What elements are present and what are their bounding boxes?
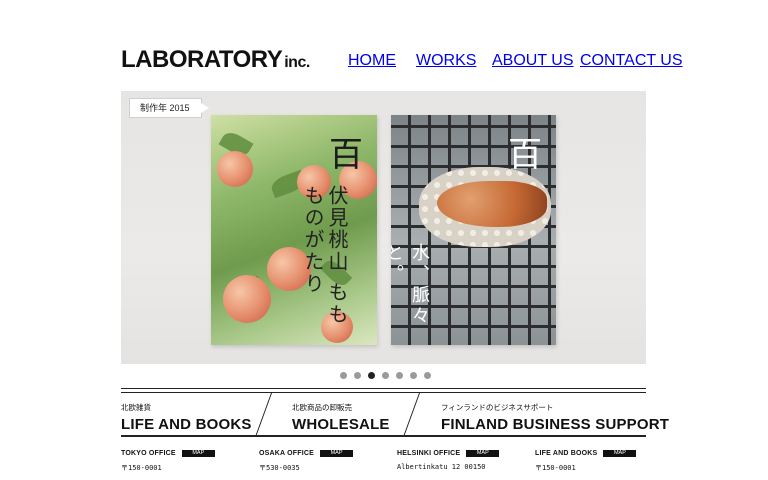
nav-works[interactable]: WORKS [416,52,476,70]
magazine-cover-water: 百 水、脈々と。 [391,115,556,345]
cover-title-kanji: 百 [329,135,363,175]
category-sub: 北欧商品の卸販売 [292,403,352,412]
category-wholesale[interactable]: 北欧商品の卸販売 WHOLESALE [292,402,390,433]
category-title: LIFE AND BOOKS [121,416,252,433]
category-sub: フィンランドのビジネスサポート [441,403,554,412]
office-name: TOKYO OFFICE [121,450,176,457]
separator-slash [403,393,420,435]
map-button[interactable]: MAP [320,450,354,457]
office-name: OSAKA OFFICE [259,450,315,457]
category-strip: 北欧雑貨 LIFE AND BOOKS 北欧商品の卸販売 WHOLESALE フ… [121,388,669,437]
nav-home[interactable]: HOME [348,52,396,70]
slider-pagination [340,372,431,379]
logo-suffix: inc. [284,54,310,71]
fish-mosaic-image [437,181,547,227]
slide-background [121,91,646,364]
separator-slash [255,393,272,435]
category-finland-business-support[interactable]: フィンランドのビジネスサポート FINLAND BUSINESS SUPPORT [441,402,669,433]
nav-contact-us[interactable]: CONTACT US [580,52,683,70]
year-tag: 制作年 2015 [129,98,209,118]
site-logo[interactable]: LABORATORY inc. [121,46,310,74]
map-button[interactable]: MAP [603,450,637,457]
office-name: LIFE AND BOOKS [535,450,598,457]
divider [121,388,646,389]
office-osaka: OSAKA OFFICE MAP 〒530-0035 [259,450,354,473]
divider [121,435,646,437]
slider-dot[interactable] [354,372,361,379]
hero-slider[interactable]: 百 伏見桃山 もも ものがたり 百 水、脈々と。 制作年 2015 [121,91,646,364]
slider-dot[interactable] [382,372,389,379]
office-address: 〒150-0001 [121,464,162,472]
office-helsinki: HELSINKI OFFICE MAP Albertinkatu 12 0015… [397,450,500,471]
office-name: HELSINKI OFFICE [397,450,461,457]
office-life-and-books: LIFE AND BOOKS MAP 〒150-0001 [535,450,637,473]
map-button[interactable]: MAP [466,450,500,457]
cover-vertical-title-2: 水、脈々と。 [391,243,430,327]
office-address: 〒530-0035 [259,464,300,472]
office-address: 〒150-0001 [535,464,576,472]
divider [121,392,646,393]
office-list: TOKYO OFFICE MAP 〒150-0001 OSAKA OFFICE … [121,450,681,480]
category-title: FINLAND BUSINESS SUPPORT [441,416,670,433]
magazine-cover-peach: 百 伏見桃山 もも ものがたり [211,115,377,345]
category-title: WHOLESALE [292,416,390,433]
category-sub: 北欧雑貨 [121,403,151,412]
map-button[interactable]: MAP [181,450,215,457]
cover-title-kanji-2: 百 [508,135,542,175]
slider-dot[interactable] [340,372,347,379]
slider-dot[interactable] [410,372,417,379]
cover-vertical-title: 伏見桃山 もも ものがたり [301,185,349,326]
category-life-and-books[interactable]: 北欧雑貨 LIFE AND BOOKS [121,402,252,433]
slider-dot[interactable] [424,372,431,379]
slider-dot[interactable] [396,372,403,379]
office-address: Albertinkatu 12 00150 [397,463,486,471]
logo-main: LABORATORY [121,46,283,73]
nav-about-us[interactable]: ABOUT US [492,52,574,70]
office-tokyo: TOKYO OFFICE MAP 〒150-0001 [121,450,215,473]
slider-dot-active[interactable] [368,372,375,379]
